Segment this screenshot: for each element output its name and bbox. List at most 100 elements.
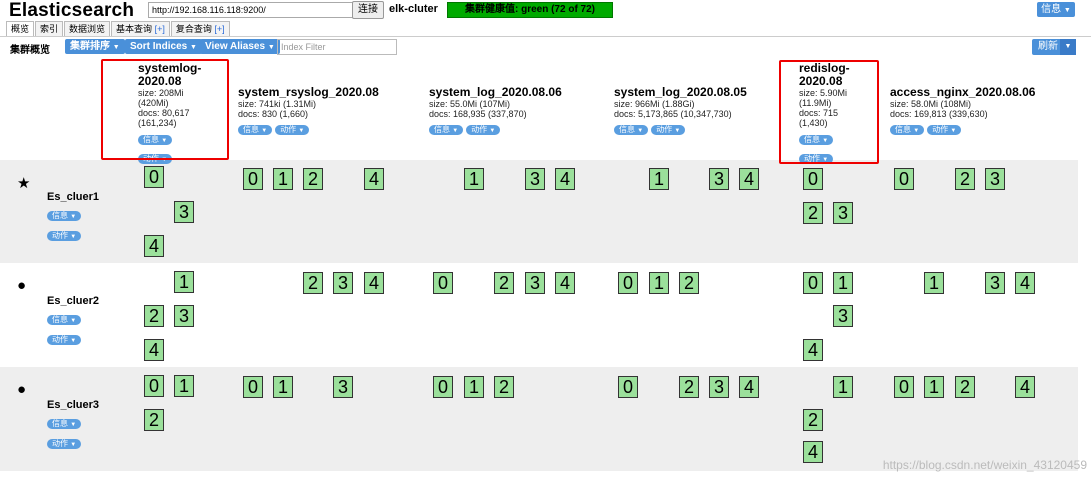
- view-aliases-button[interactable]: View Aliases ▼: [200, 39, 280, 54]
- shard-box[interactable]: 0: [243, 168, 263, 190]
- shard-box[interactable]: 2: [955, 168, 975, 190]
- shard-box[interactable]: 3: [333, 272, 353, 294]
- shard-box[interactable]: 2: [955, 376, 975, 398]
- shard-box[interactable]: 4: [1015, 376, 1035, 398]
- index-info-button[interactable]: 信息 ▼: [238, 125, 273, 135]
- shard-box[interactable]: 3: [525, 272, 545, 294]
- tab-indices[interactable]: 索引: [35, 21, 64, 36]
- shard-box[interactable]: 3: [985, 272, 1005, 294]
- url-input[interactable]: http://192.168.116.118:9200/: [148, 2, 356, 18]
- tab-data-browser[interactable]: 数据浏览: [64, 21, 111, 36]
- shard-box[interactable]: 1: [464, 168, 484, 190]
- shard-box[interactable]: 3: [833, 305, 853, 327]
- action-pill-label: 动作: [280, 125, 297, 134]
- shard-box[interactable]: 1: [649, 272, 669, 294]
- shard-box[interactable]: 3: [833, 202, 853, 224]
- shard-box[interactable]: 2: [803, 202, 823, 224]
- tab-basic-query[interactable]: 基本查询 [+]: [111, 21, 170, 36]
- shard-box[interactable]: 3: [174, 201, 194, 223]
- chevron-down-icon: ▼: [1063, 7, 1071, 14]
- chevron-down-icon: ▼: [674, 128, 681, 134]
- shard-box[interactable]: 4: [555, 168, 575, 190]
- shard-box[interactable]: 4: [1015, 272, 1035, 294]
- info-menu-label: 信息: [1041, 4, 1062, 15]
- shard-box[interactable]: 0: [894, 168, 914, 190]
- tab-add[interactable]: [+]: [155, 24, 165, 34]
- shard-box[interactable]: 2: [144, 409, 164, 431]
- shard-box[interactable]: 1: [464, 376, 484, 398]
- node-action-button[interactable]: 动作 ▼: [47, 231, 82, 241]
- shard-box[interactable]: 2: [144, 305, 164, 327]
- shard-box[interactable]: 1: [649, 168, 669, 190]
- info-menu-button[interactable]: 信息 ▼: [1037, 2, 1075, 17]
- shard-box[interactable]: 1: [833, 376, 853, 398]
- shard-box[interactable]: 4: [803, 441, 823, 463]
- shard-box[interactable]: 0: [618, 376, 638, 398]
- shard-box[interactable]: 4: [144, 235, 164, 257]
- index-info-button[interactable]: 信息 ▼: [890, 125, 925, 135]
- shard-box[interactable]: 4: [364, 168, 384, 190]
- node-action-button[interactable]: 动作 ▼: [47, 335, 82, 345]
- chevron-down-icon: ▼: [637, 128, 644, 134]
- shard-box[interactable]: 3: [709, 168, 729, 190]
- shard-box[interactable]: 4: [739, 168, 759, 190]
- index-action-button[interactable]: 动作 ▼: [275, 125, 310, 135]
- shard-box[interactable]: 2: [803, 409, 823, 431]
- shard-box[interactable]: 1: [174, 271, 194, 293]
- shard-box[interactable]: 0: [243, 376, 263, 398]
- tab-overview[interactable]: 概览: [6, 21, 35, 36]
- action-pill-label: 动作: [471, 125, 488, 134]
- index-action-button[interactable]: 动作 ▼: [651, 125, 686, 135]
- shard-box[interactable]: 4: [144, 339, 164, 361]
- node-info-button[interactable]: 信息 ▼: [47, 211, 82, 221]
- shard-box[interactable]: 4: [739, 376, 759, 398]
- tab-compound-query[interactable]: 复合查询 [+]: [170, 21, 230, 36]
- sort-indices-button[interactable]: Sort Indices ▼: [125, 39, 202, 54]
- shard-box[interactable]: 0: [894, 376, 914, 398]
- shard-box[interactable]: 1: [924, 376, 944, 398]
- cluster-sort-button[interactable]: 集群排序 ▼: [65, 39, 125, 54]
- shard-box[interactable]: 2: [303, 272, 323, 294]
- shard-box[interactable]: 3: [333, 376, 353, 398]
- node-info-button[interactable]: 信息 ▼: [47, 315, 82, 325]
- node-info-button[interactable]: 信息 ▼: [47, 419, 82, 429]
- index-action-button[interactable]: 动作 ▼: [466, 125, 501, 135]
- shard-box[interactable]: 1: [833, 272, 853, 294]
- action-pill-label: 动作: [52, 335, 68, 344]
- shard-box[interactable]: 0: [803, 272, 823, 294]
- index-info-button[interactable]: 信息 ▼: [429, 125, 464, 135]
- shard-box[interactable]: 4: [555, 272, 575, 294]
- index-action-button[interactable]: 动作 ▼: [927, 125, 962, 135]
- action-pill-label: 动作: [656, 125, 673, 134]
- node-action-button[interactable]: 动作 ▼: [47, 439, 82, 449]
- shard-box[interactable]: 2: [679, 272, 699, 294]
- shard-box[interactable]: 1: [273, 168, 293, 190]
- shard-box[interactable]: 4: [364, 272, 384, 294]
- connect-button[interactable]: 连接: [352, 1, 384, 19]
- shard-box[interactable]: 0: [144, 375, 164, 397]
- divider: [0, 36, 1091, 37]
- index-filter-input[interactable]: Index Filter: [277, 39, 397, 55]
- index-info-button[interactable]: 信息 ▼: [614, 125, 649, 135]
- refresh-dropdown-chevron-icon[interactable]: ▼: [1060, 39, 1076, 55]
- shard-box[interactable]: 3: [525, 168, 545, 190]
- shard-box[interactable]: 2: [303, 168, 323, 190]
- shard-box[interactable]: 3: [985, 168, 1005, 190]
- shard-box[interactable]: 0: [803, 168, 823, 190]
- shard-box[interactable]: 1: [174, 375, 194, 397]
- shard-box[interactable]: 1: [924, 272, 944, 294]
- shard-box[interactable]: 4: [803, 339, 823, 361]
- shard-box[interactable]: 0: [144, 166, 164, 188]
- action-pill-label: 动作: [932, 125, 949, 134]
- shard-box[interactable]: 0: [618, 272, 638, 294]
- tab-add[interactable]: [+]: [214, 24, 224, 34]
- shard-box[interactable]: 2: [494, 376, 514, 398]
- highlight-box: [101, 59, 229, 160]
- shard-box[interactable]: 2: [494, 272, 514, 294]
- shard-box[interactable]: 0: [433, 272, 453, 294]
- shard-box[interactable]: 3: [174, 305, 194, 327]
- shard-box[interactable]: 2: [679, 376, 699, 398]
- shard-box[interactable]: 1: [273, 376, 293, 398]
- shard-box[interactable]: 0: [433, 376, 453, 398]
- shard-box[interactable]: 3: [709, 376, 729, 398]
